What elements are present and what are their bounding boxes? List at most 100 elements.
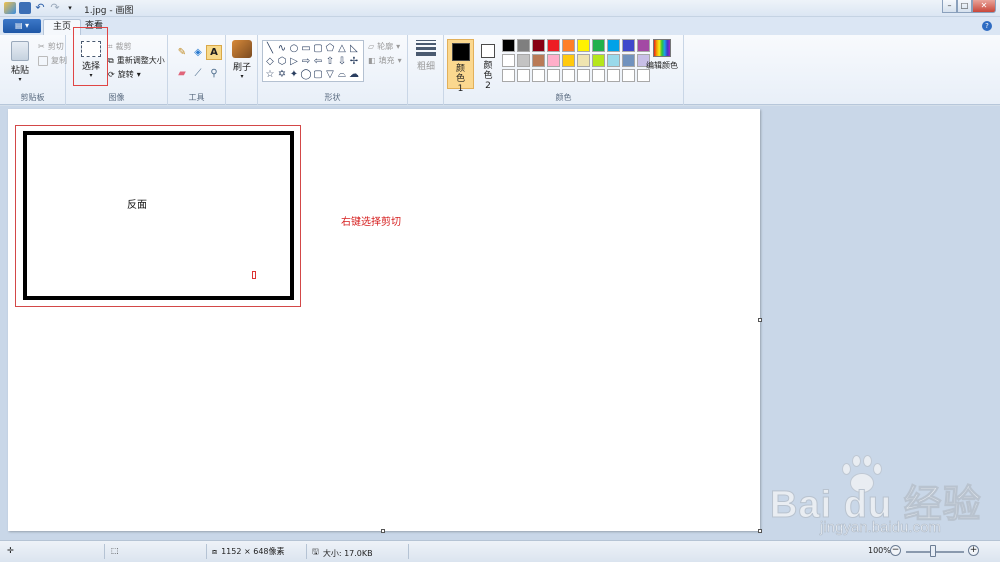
cut-button[interactable]: ✂ 剪切 xyxy=(38,41,64,52)
palette-color-swatch[interactable] xyxy=(607,54,620,67)
shape-option[interactable]: ⬠ xyxy=(324,42,336,55)
status-separator xyxy=(306,544,307,559)
maximize-button[interactable]: □ xyxy=(957,0,972,13)
shape-option[interactable]: ⇦ xyxy=(312,55,324,68)
palette-color-swatch[interactable] xyxy=(532,54,545,67)
palette-color-swatch[interactable] xyxy=(517,54,530,67)
pencil-icon[interactable]: ✎ xyxy=(174,45,190,60)
chevron-down-icon: ▾ xyxy=(18,76,22,83)
text-tool-icon[interactable]: A xyxy=(206,45,222,60)
redo-icon[interactable]: ↷ xyxy=(49,2,61,14)
shape-option[interactable]: ▢ xyxy=(312,42,324,55)
palette-color-swatch[interactable] xyxy=(622,69,635,82)
palette-color-swatch[interactable] xyxy=(517,69,530,82)
shape-option[interactable]: △ xyxy=(336,42,348,55)
palette-color-swatch[interactable] xyxy=(622,39,635,52)
resize-handle-bottom[interactable] xyxy=(381,529,385,533)
color2-button[interactable]: 颜色 2 xyxy=(476,39,500,91)
palette-color-swatch[interactable] xyxy=(577,39,590,52)
palette-color-swatch[interactable] xyxy=(502,69,515,82)
palette-color-swatch[interactable] xyxy=(607,69,620,82)
palette-color-swatch[interactable] xyxy=(607,39,620,52)
shape-option[interactable]: ▽ xyxy=(324,68,336,81)
resize-label: 重新调整大小 xyxy=(116,56,165,65)
ribbon: 粘贴 ▾ ✂ 剪切 复制 剪贴板 选择 ▾ ⌗ 裁剪 ⧉ 重新调整大小 ⟳ 旋转 ▾ 图像… xyxy=(0,35,1000,105)
shape-option[interactable]: ⌓ xyxy=(336,68,348,81)
color1-button[interactable]: 颜色 1 xyxy=(447,39,474,94)
resize-button[interactable]: ⧉ 重新调整大小 xyxy=(108,55,165,66)
status-bar: ✛ ⬚ ⧈ 1152 × 648像素 🖫 大小: 17.0KB 100% − + xyxy=(0,540,1000,562)
palette-color-swatch[interactable] xyxy=(532,69,545,82)
shape-option[interactable]: ▢ xyxy=(312,68,324,81)
palette-color-swatch[interactable] xyxy=(532,39,545,52)
shape-option[interactable]: ⬡ xyxy=(276,55,288,68)
zoom-slider-thumb[interactable] xyxy=(930,545,936,557)
shape-option[interactable]: ⇩ xyxy=(336,55,348,68)
shape-option[interactable]: ◯ xyxy=(300,68,312,81)
minimize-button[interactable]: – xyxy=(942,0,957,13)
paste-button[interactable]: 粘贴 ▾ xyxy=(6,41,34,83)
size-button[interactable]: 粗细 xyxy=(412,40,440,72)
app-menu-button[interactable]: ▤ ▾ xyxy=(3,19,41,33)
palette-color-swatch[interactable] xyxy=(592,39,605,52)
chevron-down-icon: ▾ xyxy=(240,73,244,80)
brushes-label: 刷子 xyxy=(232,63,251,73)
shape-option[interactable]: ✢ xyxy=(348,55,360,68)
shape-option[interactable]: ╲ xyxy=(264,42,276,55)
palette-color-swatch[interactable] xyxy=(502,39,515,52)
shape-option[interactable]: ◇ xyxy=(264,55,276,68)
file-size-label: 大小: 17.0KB xyxy=(322,548,373,558)
palette-color-swatch[interactable] xyxy=(502,54,515,67)
brushes-button[interactable]: 刷子 ▾ xyxy=(229,40,255,80)
palette-color-swatch[interactable] xyxy=(562,39,575,52)
chevron-down-icon: ▾ xyxy=(397,56,402,65)
shape-option[interactable]: ∿ xyxy=(276,42,288,55)
shape-option[interactable]: ▷ xyxy=(288,55,300,68)
undo-icon[interactable]: ↶ xyxy=(34,2,46,14)
ribbon-tab-row: ▤ ▾ 主页 查看 ? xyxy=(0,17,1000,35)
shape-option[interactable]: ☆ xyxy=(264,68,276,81)
shape-option[interactable]: ◺ xyxy=(348,42,360,55)
fill-bucket-icon[interactable]: ◈ xyxy=(190,45,206,60)
fill-button[interactable]: ◧ 填充 ▾ xyxy=(368,55,402,66)
shape-option[interactable]: ⇨ xyxy=(300,55,312,68)
shape-option[interactable]: ✦ xyxy=(288,68,300,81)
rotate-button[interactable]: ⟳ 旋转 ▾ xyxy=(108,69,141,80)
palette-color-swatch[interactable] xyxy=(547,54,560,67)
help-icon[interactable]: ? xyxy=(982,21,992,31)
customize-qat-icon[interactable]: ▾ xyxy=(64,2,76,14)
magnifier-icon[interactable]: ⚲ xyxy=(206,66,222,81)
zoom-in-button[interactable]: + xyxy=(968,545,979,556)
chevron-down-icon: ▾ xyxy=(136,70,141,79)
zoom-out-button[interactable]: − xyxy=(890,545,901,556)
copy-label: 复制 xyxy=(51,56,67,65)
palette-color-swatch[interactable] xyxy=(517,39,530,52)
resize-handle-right[interactable] xyxy=(758,318,762,322)
palette-color-swatch[interactable] xyxy=(592,54,605,67)
shape-option[interactable]: ○ xyxy=(288,42,300,55)
palette-color-swatch[interactable] xyxy=(562,54,575,67)
shape-option[interactable]: ✡ xyxy=(276,68,288,81)
paint-app-icon[interactable] xyxy=(4,2,16,14)
palette-color-swatch[interactable] xyxy=(577,54,590,67)
palette-color-swatch[interactable] xyxy=(562,69,575,82)
palette-color-swatch[interactable] xyxy=(622,54,635,67)
save-icon[interactable] xyxy=(19,2,31,14)
eraser-icon[interactable]: ▰ xyxy=(174,66,190,81)
crop-button[interactable]: ⌗ 裁剪 xyxy=(108,41,132,52)
palette-color-swatch[interactable] xyxy=(547,39,560,52)
palette-color-swatch[interactable] xyxy=(592,69,605,82)
copy-button[interactable]: 复制 xyxy=(38,55,67,66)
palette-color-swatch[interactable] xyxy=(547,69,560,82)
palette-color-swatch[interactable] xyxy=(577,69,590,82)
outline-button[interactable]: ▱ 轮廓 ▾ xyxy=(368,41,400,52)
shapes-group-label: 形状 xyxy=(324,93,341,102)
color-picker-icon[interactable]: ⟋ xyxy=(190,66,206,81)
shape-option[interactable]: ▭ xyxy=(300,42,312,55)
close-button[interactable]: ✕ xyxy=(972,0,996,13)
shape-option[interactable]: ⇧ xyxy=(324,55,336,68)
resize-handle-corner[interactable] xyxy=(758,529,762,533)
edit-colors-button[interactable]: 编辑颜色 xyxy=(644,39,680,71)
shape-option[interactable]: ☁ xyxy=(348,68,360,81)
brush-icon xyxy=(232,40,252,58)
